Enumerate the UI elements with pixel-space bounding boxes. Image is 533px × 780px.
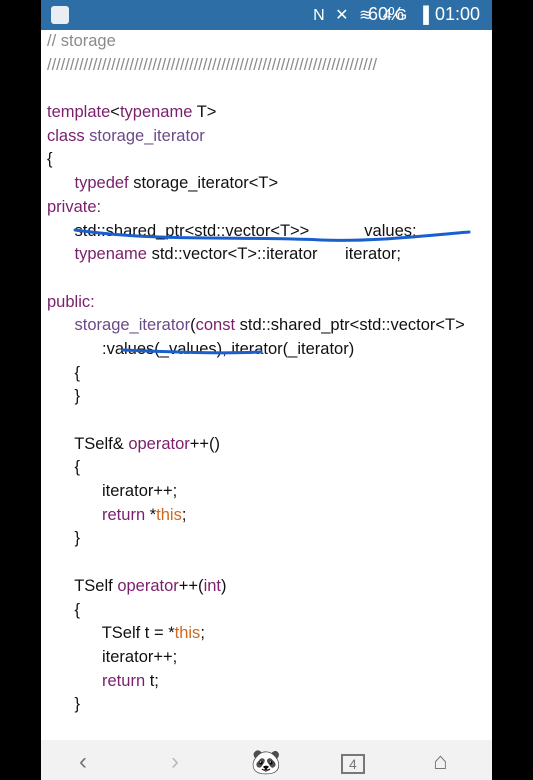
code-token: ) bbox=[221, 576, 227, 595]
code-line: { bbox=[47, 148, 465, 172]
code-line: private: bbox=[47, 196, 465, 220]
tabs-button[interactable]: 4 bbox=[341, 754, 365, 774]
code-token: operator bbox=[117, 576, 179, 595]
code-token: const bbox=[195, 316, 236, 335]
code-token: ; bbox=[181, 505, 187, 524]
code-line: TSelf& operator++() bbox=[47, 433, 465, 457]
code-line: iterator++; bbox=[47, 646, 465, 670]
code-line: :values(_values), iterator(_iterator) bbox=[47, 338, 465, 362]
code-line: { bbox=[47, 599, 465, 623]
code-token: } bbox=[47, 529, 81, 548]
code-token: storage_iterator bbox=[74, 316, 191, 335]
code-token: * bbox=[145, 505, 157, 524]
code-token: { bbox=[47, 150, 53, 169]
browser-nav-bar: ‹ › 🐼 4 ⌂ bbox=[41, 740, 492, 780]
code-token: return bbox=[102, 671, 146, 690]
back-button[interactable]: ‹ bbox=[79, 748, 87, 776]
code-line: std::shared_ptr<std::vector<T>> values; bbox=[47, 220, 465, 244]
code-token: iterator++; bbox=[47, 482, 178, 501]
web-page-content[interactable]: // storage //////////////////////////////… bbox=[41, 30, 492, 740]
code-token: typename bbox=[119, 103, 193, 122]
code-line: template<typename T> bbox=[47, 101, 465, 125]
code-token: { bbox=[47, 458, 81, 477]
forward-button[interactable]: › bbox=[171, 748, 179, 776]
code-line: storage_iterator(const std::shared_ptr<s… bbox=[47, 314, 465, 338]
code-line: TSelf operator++(int) bbox=[47, 575, 465, 599]
code-line: } bbox=[47, 693, 465, 717]
code-token: ; bbox=[200, 624, 205, 643]
home-icon[interactable]: ⌂ bbox=[433, 748, 448, 776]
code-line: ////////////////////////////////////////… bbox=[47, 54, 465, 78]
code-line: public: bbox=[47, 291, 465, 315]
app-icon bbox=[51, 6, 69, 24]
code-line: // storage bbox=[47, 30, 465, 54]
code-line: class storage_iterator bbox=[47, 125, 465, 149]
code-line: } bbox=[47, 385, 465, 409]
code-token: class bbox=[47, 126, 85, 145]
code-token: this bbox=[174, 624, 201, 643]
code-token: ++( bbox=[178, 576, 204, 595]
code-line: { bbox=[47, 456, 465, 480]
code-token: typename bbox=[74, 245, 147, 264]
clock: 01:00 bbox=[434, 4, 480, 24]
code-block: // storage //////////////////////////////… bbox=[47, 30, 465, 740]
code-token: // storage bbox=[47, 32, 116, 50]
code-token: ++() bbox=[189, 434, 221, 453]
code-token: iterator++; bbox=[47, 647, 178, 666]
code-token: std::shared_ptr<std::vector<T>> values; bbox=[47, 221, 417, 240]
code-token: public: bbox=[47, 292, 95, 311]
code-line: typedef storage_iterator<T> bbox=[47, 172, 465, 196]
code-token: t; bbox=[145, 671, 159, 690]
code-line: { bbox=[47, 362, 465, 386]
code-token: :values(_values), iterator(_iterator) bbox=[47, 339, 355, 358]
code-token: private: bbox=[47, 197, 102, 216]
code-token: } bbox=[47, 387, 81, 406]
code-line: TSelf t = *this; bbox=[47, 622, 465, 646]
code-token: typedef bbox=[74, 174, 129, 193]
status-bar: N ✕ ≋ 4G ▐ 60% 01:00 bbox=[41, 0, 492, 30]
code-token: std::vector<T>::iterator iterator; bbox=[146, 245, 401, 264]
code-token: TSelf t = * bbox=[47, 624, 175, 643]
panda-icon[interactable]: 🐼 bbox=[251, 748, 281, 777]
code-token: template bbox=[47, 103, 111, 122]
code-token: storage_iterator<T> bbox=[128, 174, 279, 193]
code-token: { bbox=[47, 600, 81, 619]
code-line: typename std::vector<T>::iterator iterat… bbox=[47, 243, 465, 267]
code-token: T> bbox=[192, 103, 217, 122]
code-token: int bbox=[203, 576, 221, 595]
code-line: } bbox=[47, 527, 465, 551]
code-token: TSelf bbox=[47, 576, 118, 595]
battery-percent: 60% bbox=[367, 4, 404, 24]
code-token: return bbox=[102, 505, 146, 524]
code-token: std::shared_ptr<std::vector<T> bbox=[235, 316, 465, 335]
code-line: return *this; bbox=[47, 504, 465, 528]
code-token: < bbox=[110, 103, 120, 122]
code-token: } bbox=[47, 695, 81, 714]
code-token: operator bbox=[128, 434, 190, 453]
code-token: ////////////////////////////////////////… bbox=[47, 55, 378, 74]
code-line: iterator++; bbox=[47, 480, 465, 504]
code-token: { bbox=[47, 363, 81, 382]
code-token: this bbox=[156, 505, 182, 524]
code-token: storage_iterator bbox=[84, 126, 205, 145]
code-line: return t; bbox=[47, 670, 465, 694]
code-token: TSelf& bbox=[47, 434, 129, 453]
